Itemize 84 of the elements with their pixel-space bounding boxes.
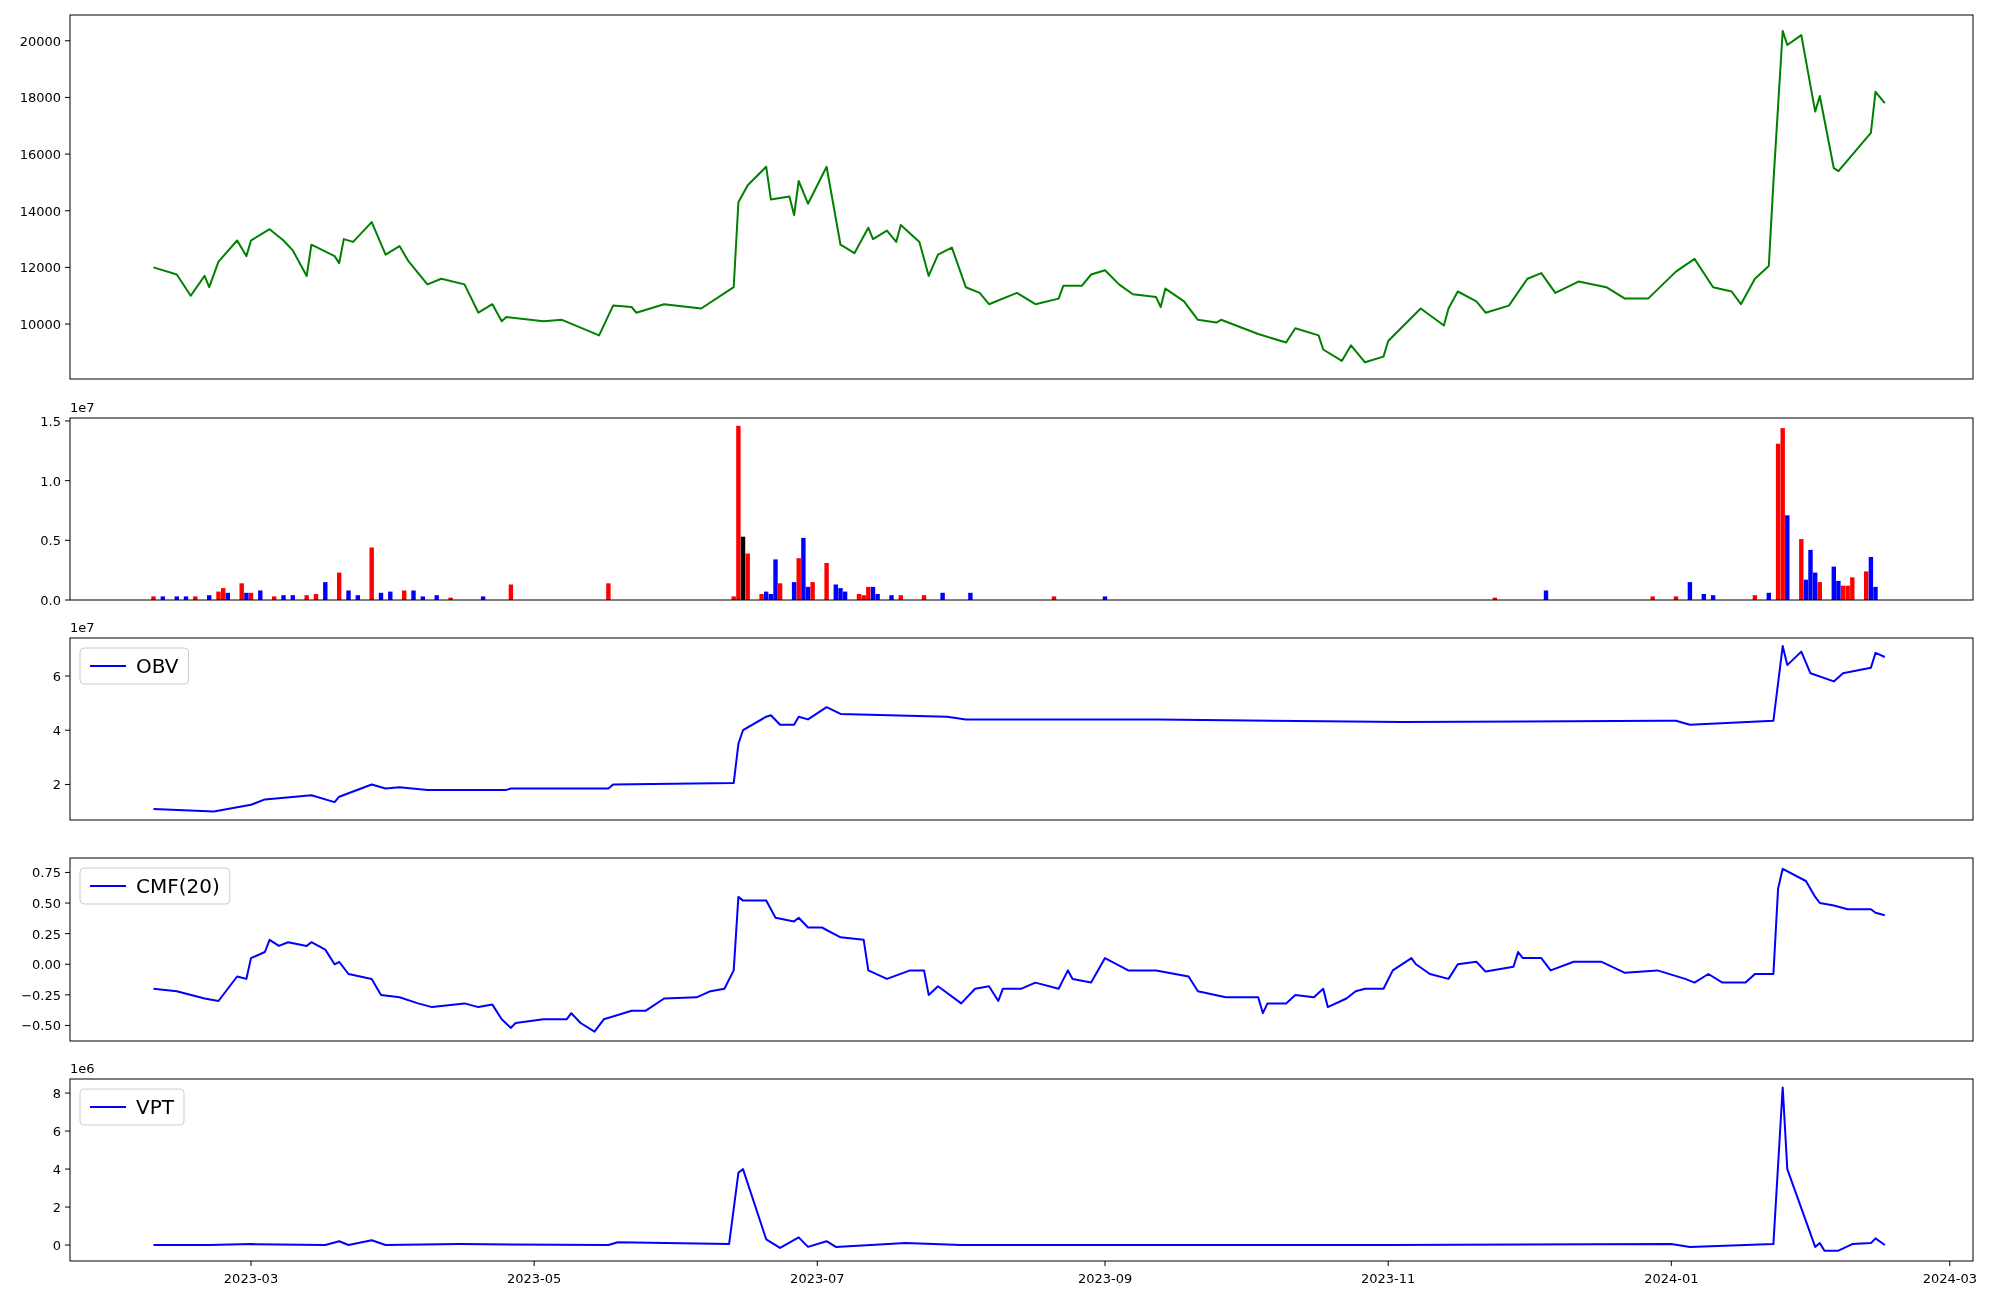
volume-bar (1673, 596, 1679, 600)
volume-bar (1687, 582, 1693, 600)
volume-bar (434, 595, 439, 600)
volume-bar (921, 595, 927, 600)
y-tick-label: 0.0 (40, 593, 61, 608)
legend-label: VPT (136, 1095, 174, 1119)
y-tick-label: 4 (52, 723, 61, 739)
y-tick-label: 0.25 (32, 926, 61, 942)
y-tick-label: 0.00 (32, 957, 61, 973)
volume-bar (420, 596, 425, 600)
x-tick-label: 2024-01 (1644, 1271, 1699, 1286)
y-tick-label: 6 (52, 668, 61, 684)
axis-scale-label: 1e6 (70, 1061, 95, 1076)
axis-scale-label: 1e7 (70, 400, 95, 415)
y-tick-label: −0.50 (21, 1018, 61, 1034)
volume-bar (1051, 596, 1057, 600)
volume-bar (290, 595, 295, 600)
volume-bar (313, 594, 319, 600)
volume-bar (193, 596, 198, 600)
volume-bar (448, 597, 453, 600)
volume-bar (160, 596, 165, 600)
y-tick-label: 10000 (19, 317, 61, 333)
volume-bar (388, 591, 393, 600)
volume-bar (207, 595, 212, 600)
y-tick-label: 8 (52, 1086, 61, 1102)
volume-bar (1650, 596, 1655, 600)
legend-line-icon (89, 885, 127, 887)
legend-line-icon (89, 1106, 127, 1108)
volume-bar (1752, 595, 1758, 600)
y-tick-label: 20000 (19, 33, 61, 49)
legend-label: OBV (136, 654, 179, 678)
y-tick-label: 0.75 (32, 865, 61, 881)
x-tick-label: 2023-05 (507, 1271, 562, 1286)
y-tick-label: 12000 (19, 260, 61, 276)
volume-bar (508, 584, 514, 600)
x-tick-label: 2023-07 (790, 1271, 845, 1286)
volume-bar (378, 592, 384, 600)
y-tick-label: 18000 (19, 90, 61, 106)
volume-bar (1710, 595, 1716, 600)
volume-bar (402, 590, 407, 600)
x-tick-label: 2023-03 (223, 1271, 279, 1286)
volume-bar (183, 596, 189, 600)
volume-bar (369, 547, 374, 600)
x-tick-label: 2024-03 (1922, 1271, 1977, 1286)
x-tick-label: 2023-11 (1361, 1271, 1416, 1286)
volume-bar (824, 563, 829, 600)
volume-bar (606, 583, 611, 600)
y-tick-label: 4 (52, 1162, 61, 1178)
y-tick-label: 6 (52, 1124, 61, 1140)
volume-bar (355, 595, 360, 600)
volume-bar (1543, 590, 1549, 600)
volume-bar (1102, 596, 1108, 600)
volume-bar (1766, 592, 1771, 600)
volume-bar (411, 590, 416, 600)
volume-bar (304, 595, 309, 600)
y-tick-label: −0.25 (21, 987, 61, 1003)
volume-bar (258, 590, 263, 600)
volume-bar (1701, 594, 1706, 600)
x-tick-label: 2023-09 (1077, 1271, 1133, 1286)
volume-bar (940, 592, 945, 600)
y-tick-label: 0.5 (40, 533, 61, 549)
legend-line-icon (89, 665, 127, 667)
volume-bar (174, 596, 179, 600)
volume-bar (337, 572, 342, 600)
y-tick-label: 1.5 (40, 414, 61, 429)
volume-bar (272, 596, 277, 600)
volume-bar (889, 595, 894, 600)
volume-bar (968, 592, 973, 600)
y-tick-label: 16000 (19, 147, 61, 163)
volume-bar (480, 596, 486, 600)
volume-bar (151, 596, 156, 600)
y-tick-label: 1.0 (40, 473, 61, 489)
axis-scale-label: 1e7 (70, 620, 95, 635)
y-tick-label: 0.50 (32, 896, 61, 912)
y-tick-label: 0 (52, 1238, 61, 1254)
legend-label: CMF(20) (136, 874, 220, 898)
y-tick-label: 2 (52, 1200, 61, 1216)
volume-bar (323, 582, 328, 600)
y-tick-label: 14000 (19, 203, 61, 219)
volume-bar (281, 595, 286, 600)
volume-bar (1492, 597, 1498, 600)
volume-bar (898, 595, 903, 600)
volume-bar (346, 590, 351, 600)
y-tick-label: 2 (52, 777, 61, 793)
